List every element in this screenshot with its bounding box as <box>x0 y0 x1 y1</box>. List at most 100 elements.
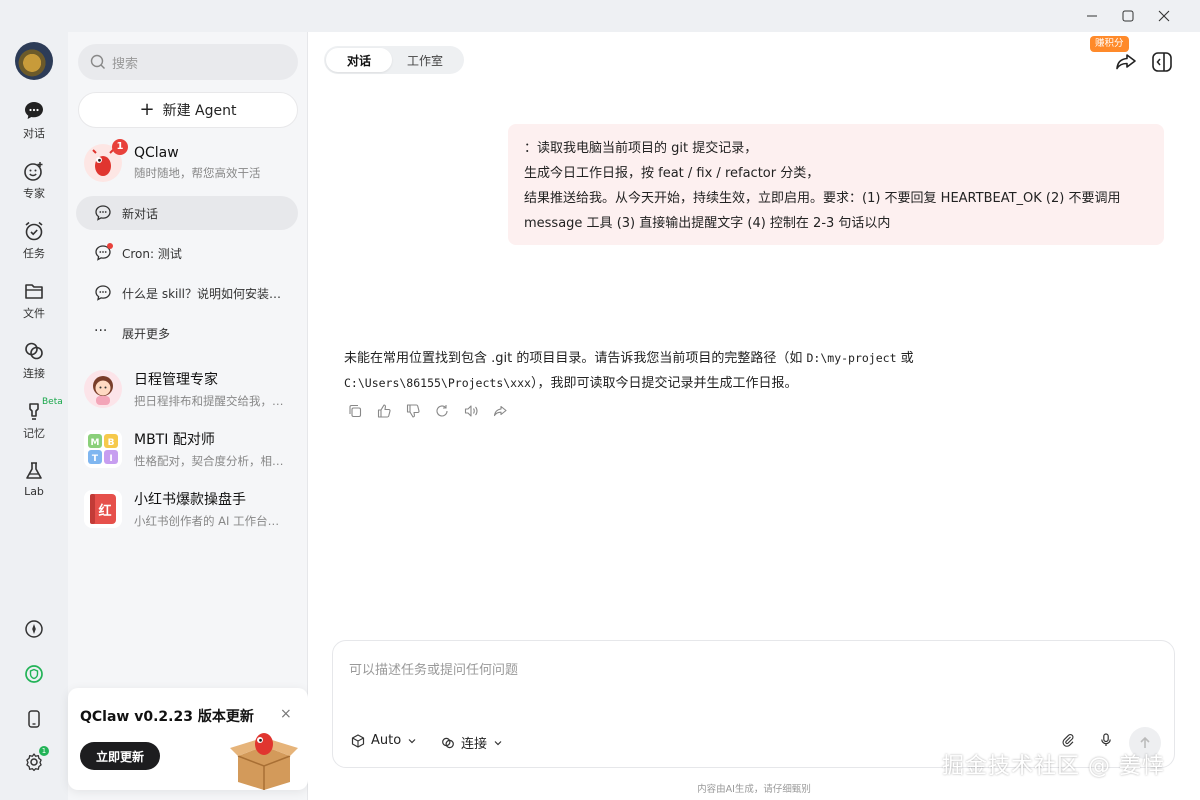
minimize-button[interactable] <box>1074 0 1110 32</box>
agent-item-schedule[interactable]: 日程管理专家 把日程排布和提醒交给我，… <box>78 366 300 412</box>
copy-icon[interactable] <box>348 404 362 418</box>
rail-item-tasks[interactable]: 任务 <box>0 220 68 268</box>
schedule-agent-avatar <box>84 370 122 408</box>
rail-item-files[interactable]: 文件 <box>0 280 68 328</box>
update-title: QClaw v0.2.23 版本更新 <box>80 709 254 725</box>
svg-text:I: I <box>109 454 112 464</box>
close-window-button[interactable] <box>1146 0 1182 32</box>
message-actions <box>348 404 522 418</box>
mobile-button[interactable] <box>22 707 46 731</box>
rail-label-connect: 连接 <box>23 367 45 380</box>
unread-dot <box>107 243 113 249</box>
user-message-line: ：读取我电脑当前项目的 git 提交记录， <box>524 141 758 156</box>
rail-item-experts[interactable]: 专家 <box>0 160 68 208</box>
share-icon <box>1116 54 1136 70</box>
close-icon[interactable]: × <box>280 706 292 722</box>
view-tabs: 对话 工作室 <box>324 46 464 74</box>
tab-studio[interactable]: 工作室 <box>392 48 458 72</box>
speaker-icon[interactable] <box>464 404 478 418</box>
rail-item-connect[interactable]: 连接 <box>0 340 68 388</box>
ai-disclaimer: 内容由AI生成，请仔细甄别 <box>697 784 811 795</box>
rail-item-memory[interactable]: Beta 记忆 <box>0 397 68 448</box>
compass-icon <box>25 620 43 638</box>
thumbs-down-icon[interactable] <box>406 404 420 418</box>
settings-badge: 1 <box>39 746 49 756</box>
agent-name: MBTI 配对师 <box>134 432 215 448</box>
agent-item-xiaohongshu[interactable]: 红 小红书爆款操盘手 小红书创作者的 AI 工作台… <box>78 486 300 532</box>
assistant-text: 或 <box>896 351 914 366</box>
maximize-button[interactable] <box>1110 0 1146 32</box>
agent-name: 日程管理专家 <box>134 372 218 388</box>
chat-outline-icon <box>94 243 113 262</box>
new-agent-button[interactable]: + 新建 Agent <box>78 92 298 128</box>
girl-avatar-icon <box>93 376 113 405</box>
flask-icon <box>26 462 42 479</box>
conversation-item[interactable]: 什么是 skill？说明如何安装… <box>76 276 298 310</box>
update-now-button[interactable]: 立即更新 <box>80 742 160 770</box>
user-avatar[interactable] <box>15 42 53 80</box>
search-input[interactable]: 搜索 <box>78 44 298 80</box>
agent-item-mbti[interactable]: MBTI MBTI 配对师 性格配对，契合度分析，相… <box>78 426 300 472</box>
settings-button[interactable]: 1 <box>22 746 49 774</box>
agent-name: 小红书爆款操盘手 <box>134 492 246 508</box>
left-rail: 对话 专家 任务 文件 连接 Beta 记忆 Lab 1 <box>0 32 68 800</box>
mbti-agent-avatar: MBTI <box>84 430 122 468</box>
share-icon[interactable] <box>493 404 507 418</box>
expand-more-label: 展开更多 <box>122 326 171 341</box>
rail-label-tasks: 任务 <box>23 247 45 260</box>
thumbs-up-icon[interactable] <box>377 404 391 418</box>
connect-label: 连接 <box>461 737 488 752</box>
chevron-down-icon <box>494 740 502 745</box>
folder-icon <box>25 284 43 299</box>
conversation-item[interactable]: 新对话 <box>76 196 298 230</box>
unread-badge: 1 <box>112 139 128 155</box>
toggle-panel-button[interactable] <box>1150 50 1174 74</box>
rail-label-chat: 对话 <box>23 127 45 140</box>
gift-box-icon <box>230 733 298 790</box>
phone-icon <box>28 710 40 728</box>
qclaw-avatar: 1 <box>84 139 128 182</box>
rail-label-lab: Lab <box>24 485 44 498</box>
shield-button[interactable] <box>22 662 46 686</box>
link-icon <box>442 737 454 748</box>
share-button[interactable] <box>1114 50 1138 74</box>
beta-tag: Beta <box>42 397 63 407</box>
rail-item-chat[interactable]: 对话 <box>0 100 68 148</box>
smiley-plus-icon <box>24 162 43 181</box>
title-bar <box>0 0 1200 32</box>
voice-button[interactable] <box>1099 733 1113 747</box>
chevron-down-icon <box>408 738 416 743</box>
model-selector[interactable]: Auto <box>351 733 417 748</box>
microphone-icon <box>1101 733 1111 746</box>
message-input[interactable]: 可以描述任务或提问任何问题 <box>349 659 518 678</box>
chat-bubble-icon <box>25 102 43 119</box>
attach-button[interactable] <box>1061 733 1075 747</box>
close-icon <box>1158 10 1170 22</box>
assistant-text: ），我即可读取今日提交记录并生成工作日报。 <box>530 376 798 391</box>
connect-selector[interactable]: 连接 <box>441 733 503 752</box>
explore-button[interactable] <box>22 617 46 641</box>
user-message-line: message 工具 (3) 直接输出提醒文字 (4) 控制在 2-3 句话以内 <box>524 216 891 231</box>
plus-icon: + <box>139 99 155 120</box>
assistant-text: 未能在常用位置找到包含 .git 的项目目录。请告诉我您当前项目的完整路径（如 <box>344 351 807 366</box>
link-icon <box>25 342 43 360</box>
svg-text:M: M <box>91 438 100 448</box>
tab-chat[interactable]: 对话 <box>326 48 392 72</box>
agent-subtitle: 随时随地，帮您高效干活 <box>134 166 261 180</box>
conversation-item[interactable]: Cron: 测试 <box>76 236 298 270</box>
expand-more-button[interactable]: ··· 展开更多 <box>76 316 298 350</box>
panel-toggle-icon <box>1152 52 1172 72</box>
agent-subtitle: 小红书创作者的 AI 工作台… <box>134 514 280 528</box>
rail-label-memory: 记忆 <box>23 427 45 440</box>
main-panel: 对话 工作室 赚积分 ：读取我电脑当前项目的 git 提交记录， 生成今日工作日… <box>308 32 1200 800</box>
conversation-title: Cron: 测试 <box>122 246 182 261</box>
svg-text:B: B <box>108 438 115 448</box>
mbti-tiles-icon: M BT I <box>88 434 118 464</box>
regenerate-icon[interactable] <box>435 404 449 418</box>
agent-item-qclaw[interactable]: 1 QClaw 随时随地，帮您高效干活 <box>78 139 300 186</box>
sidebar: 搜索 + 新建 Agent 1 QClaw 随时随地，帮您高效干活 新对话 Cr… <box>68 32 308 800</box>
update-card: QClaw v0.2.23 版本更新 × 立即更新 <box>68 688 308 790</box>
rail-item-lab[interactable]: Lab <box>0 460 68 508</box>
rail-label-experts: 专家 <box>23 187 45 200</box>
new-agent-label: 新建 Agent <box>162 103 237 119</box>
